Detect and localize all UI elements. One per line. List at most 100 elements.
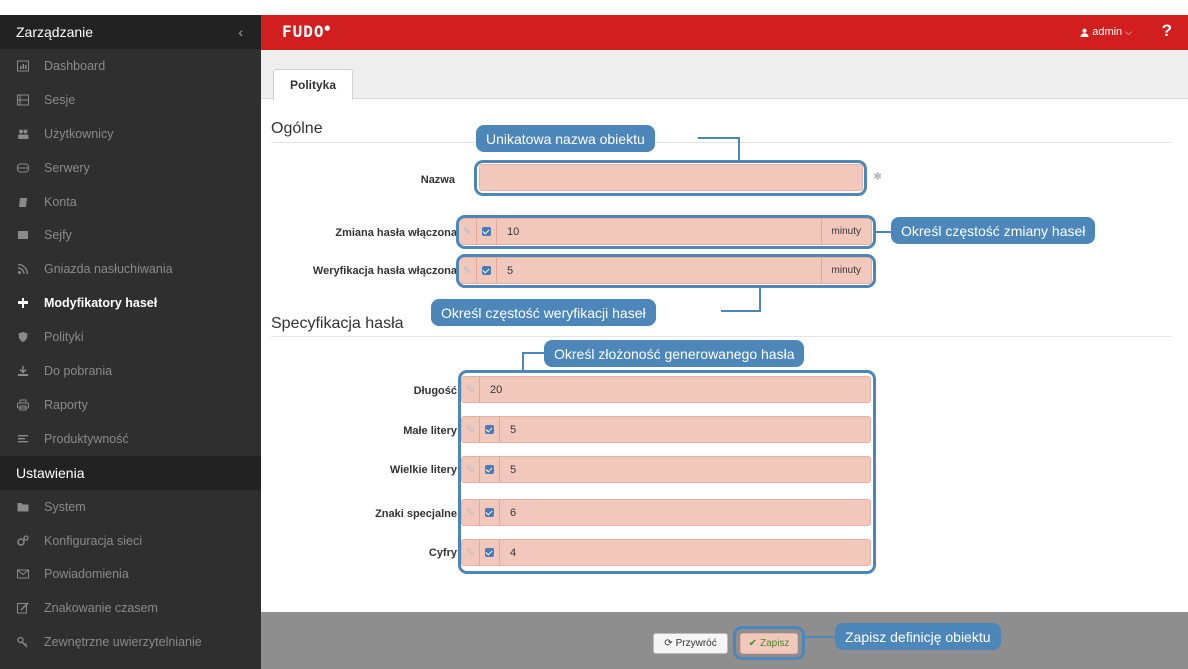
restore-label: Przywróć	[675, 638, 717, 649]
connector	[876, 231, 892, 233]
refresh-icon: ⟳	[664, 638, 673, 649]
sidebar-item-label: Zewnętrzne uwierzytelnianie	[44, 635, 202, 650]
sidebar-item-external-auth[interactable]: Zewnętrzne uwierzytelnianie	[0, 625, 261, 659]
section-general-title: Ogólne	[271, 120, 323, 137]
callout-change: Określ częstość zmiany haseł	[891, 217, 1096, 244]
sidebar-item-label: Użytkownicy	[44, 126, 114, 141]
sidebar-item-label: Konta	[44, 194, 77, 209]
edit-icon	[16, 601, 30, 615]
save-button[interactable]: ✔ Zapisz	[740, 633, 798, 654]
callout-name: Unikatowa nazwa obiektu	[476, 125, 655, 152]
download-icon	[16, 364, 30, 378]
password-change-label: Zmiana hasła włączona	[335, 227, 457, 239]
sidebar-item-system[interactable]: System	[0, 490, 261, 524]
connector	[805, 636, 835, 638]
connector	[522, 352, 524, 372]
cogs-icon	[16, 534, 30, 548]
password-verify-label: Weryfikacja hasła włączona	[312, 265, 457, 277]
connector	[738, 137, 740, 161]
section-divider	[271, 142, 1171, 143]
sidebar-item-label: Sejfy	[44, 228, 72, 243]
sidebar-item-timestamping[interactable]: Znakowanie czasem	[0, 591, 261, 625]
section-spec-title: Specyfikacja hasła	[271, 315, 404, 332]
uppercase-label: Wielkie litery	[389, 464, 457, 476]
sidebar-item-servers[interactable]: Serwery	[0, 151, 261, 185]
connector	[759, 287, 761, 312]
highlight-complexity	[458, 370, 876, 574]
print-icon	[16, 398, 30, 412]
connector	[721, 310, 761, 312]
logo-text: FUDO	[282, 22, 325, 41]
highlight-change	[456, 215, 876, 249]
password-modifier-icon	[16, 296, 30, 310]
collapse-sidebar-icon[interactable]: ‹	[238, 24, 243, 40]
section-title: Ustawienia	[16, 464, 85, 481]
users-icon	[16, 127, 30, 141]
folder-icon	[16, 500, 30, 514]
sidebar-item-downloads[interactable]: Do pobrania	[0, 354, 261, 388]
callout-verify: Określ częstość weryfikacji haseł	[431, 299, 656, 326]
main-content: Polityka Ogólne Nazwa ✱ Zmiana hasła włą…	[261, 50, 1188, 612]
sidebar-item-label: Raporty	[44, 397, 88, 412]
sidebar-item-reports[interactable]: Raporty	[0, 388, 261, 422]
film-icon	[16, 93, 30, 107]
sidebar-item-notifications[interactable]: Powiadomienia	[0, 557, 261, 591]
key-icon	[16, 635, 30, 649]
envelope-icon	[16, 567, 30, 581]
sidebar-item-label: Znakowanie czasem	[44, 601, 158, 616]
callout-save: Zapisz definicję obiektu	[835, 623, 1001, 650]
app-window: Zarządzanie ‹ Dashboard Sesje Użytkownic…	[0, 0, 1188, 669]
sidebar-item-listeners[interactable]: Gniazda nasłuchiwania	[0, 252, 261, 286]
account-icon	[16, 195, 30, 209]
user-menu[interactable]: admin ⌵	[1080, 26, 1132, 38]
help-button[interactable]: ?	[1162, 21, 1172, 41]
sidebar-section-manage[interactable]: Zarządzanie ‹	[0, 15, 261, 49]
highlight-verify	[456, 254, 876, 288]
section-divider	[271, 336, 1171, 337]
sidebar-item-dashboard[interactable]: Dashboard	[0, 49, 261, 83]
sidebar-item-label: Konfiguracja sieci	[44, 533, 142, 548]
top-bar: FUDO● admin ⌵ ?	[261, 15, 1188, 50]
connector	[698, 137, 740, 139]
tab-polityka[interactable]: Polityka	[273, 69, 353, 100]
highlight-name	[474, 160, 867, 196]
section-title: Zarządzanie	[16, 24, 94, 40]
callout-complexity: Określ złożoność generowanego hasła	[544, 340, 805, 367]
server-icon	[16, 161, 30, 175]
sidebar-item-network[interactable]: Konfiguracja sieci	[0, 524, 261, 558]
restore-button[interactable]: ⟳ Przywróć	[653, 633, 728, 654]
sidebar-item-policies[interactable]: Polityki	[0, 320, 261, 354]
chevron-down-icon: ⌵	[1125, 26, 1132, 37]
sidebar-item-users[interactable]: Użytkownicy	[0, 117, 261, 151]
sidebar-item-label: Produktywność	[44, 431, 129, 446]
sidebar-item-safes[interactable]: Sejfy	[0, 218, 261, 252]
checkmark-icon: ✔	[748, 638, 757, 649]
dashboard-icon	[16, 59, 30, 73]
username: admin	[1092, 26, 1123, 38]
footer-bar: ⟳ Przywróć ✔ Zapisz Zapisz definicję obi…	[261, 612, 1188, 669]
sidebar-item-label: Polityki	[44, 330, 84, 345]
sidebar-section-settings[interactable]: Ustawienia	[0, 455, 261, 490]
sidebar-item-label: Gniazda nasłuchiwania	[44, 262, 173, 277]
sidebar: Zarządzanie ‹ Dashboard Sesje Użytkownic…	[0, 15, 261, 669]
sidebar-item-password-modifiers[interactable]: Modyfikatory haseł	[0, 286, 261, 320]
sidebar-item-label: System	[44, 499, 86, 514]
sidebar-item-productivity[interactable]: Produktywność	[0, 422, 261, 456]
sidebar-item-label: Do pobrania	[44, 363, 113, 378]
sidebar-item-accounts[interactable]: Konta	[0, 185, 261, 219]
productivity-icon	[16, 432, 30, 446]
digits-label: Cyfry	[428, 547, 457, 559]
length-label: Długość	[413, 385, 457, 397]
name-label: Nazwa	[420, 174, 455, 186]
safe-icon	[16, 228, 30, 242]
save-label: Zapisz	[759, 638, 790, 649]
sidebar-item-sessions[interactable]: Sesje	[0, 83, 261, 117]
sidebar-item-label: Powiadomienia	[44, 567, 129, 582]
shield-icon	[16, 330, 30, 344]
tab-bar: Polityka	[261, 50, 1188, 100]
fudo-logo[interactable]: FUDO●	[282, 22, 331, 41]
sidebar-item-label: Serwery	[44, 160, 90, 175]
required-marker: ✱	[873, 171, 883, 183]
connector	[522, 352, 546, 354]
sidebar-item-label: Sesje	[44, 92, 76, 107]
